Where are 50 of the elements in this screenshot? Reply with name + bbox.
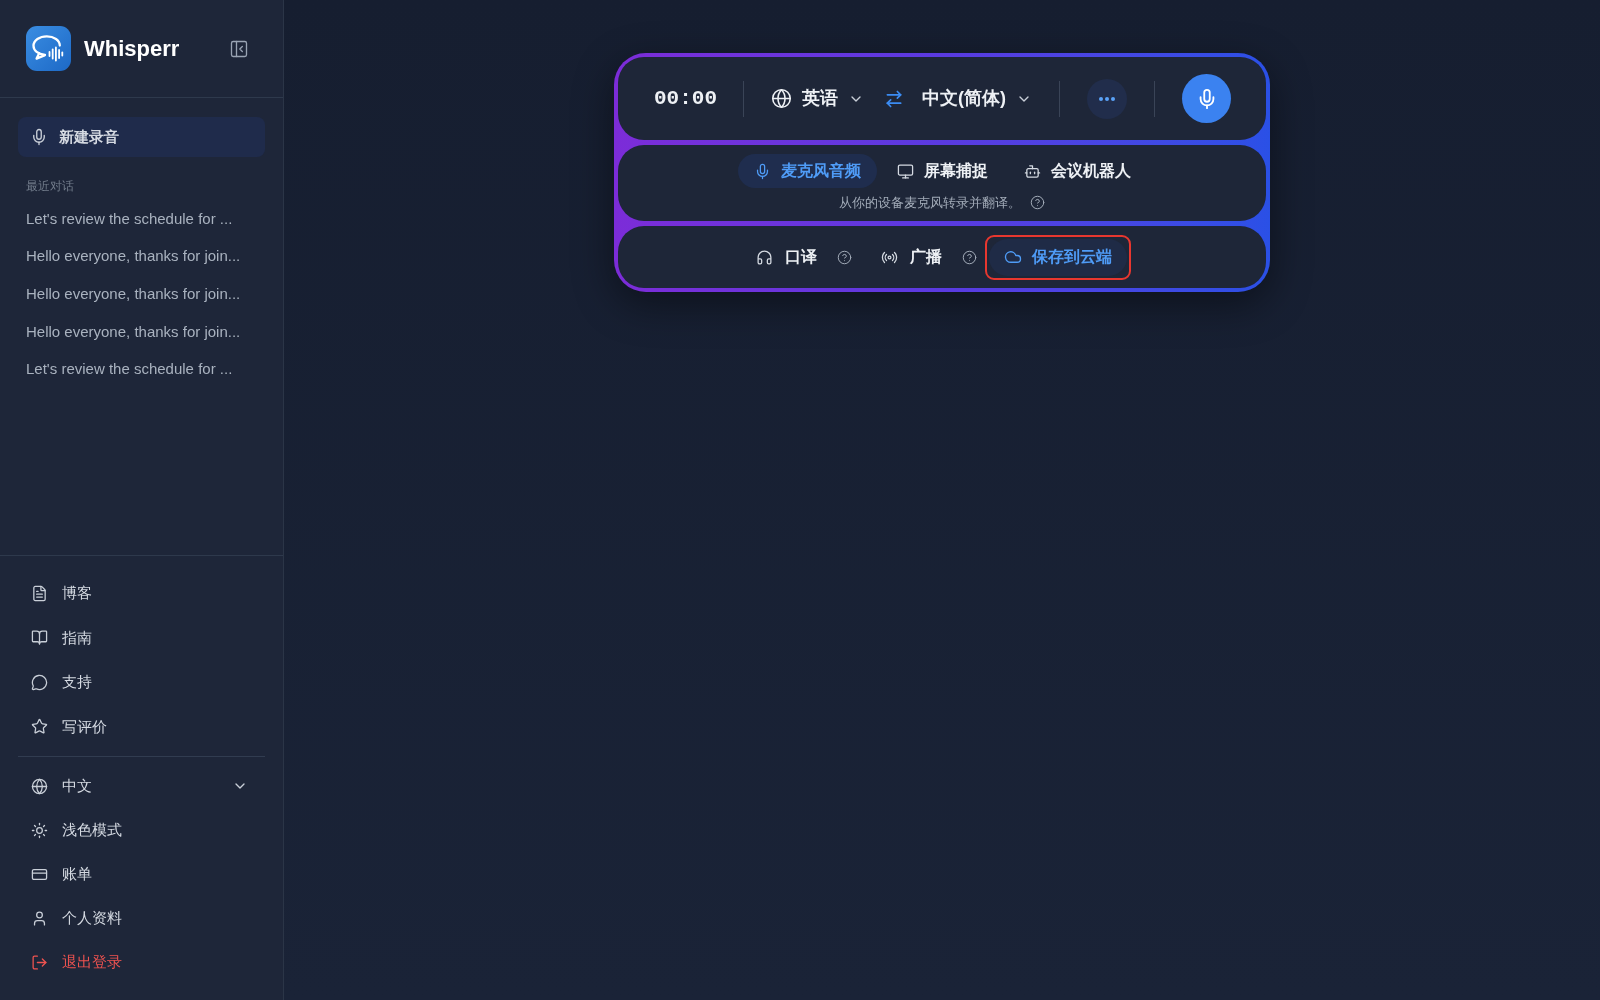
chat-bubble-icon bbox=[31, 673, 48, 691]
nav-link[interactable]: 支持 bbox=[18, 660, 265, 705]
input-source-tab[interactable]: 屏幕捕捉 bbox=[880, 154, 1004, 188]
nav-link[interactable]: 指南 bbox=[18, 615, 265, 660]
menu-link[interactable]: 个人资料 bbox=[18, 896, 265, 940]
language-menu-item[interactable]: 中文 bbox=[18, 764, 265, 808]
save-to-cloud-button[interactable]: 保存到云端 bbox=[988, 238, 1127, 276]
headphones-icon bbox=[755, 248, 773, 266]
cloud-icon bbox=[1003, 248, 1022, 266]
input-source-tab[interactable]: 麦克风音频 bbox=[737, 154, 877, 188]
recent-conversation-item[interactable]: Hello everyone, thanks for join... bbox=[18, 237, 265, 276]
document-icon bbox=[31, 584, 48, 602]
target-language-select[interactable]: 中文(简体) bbox=[922, 85, 1032, 112]
menu-link[interactable]: 账单 bbox=[18, 852, 265, 896]
microphone-icon bbox=[30, 128, 48, 146]
sun-icon bbox=[31, 821, 48, 839]
robot-icon bbox=[1023, 162, 1041, 180]
book-icon bbox=[31, 629, 48, 647]
recent-conversation-item[interactable]: Hello everyone, thanks for join... bbox=[18, 313, 265, 351]
ellipsis-icon bbox=[1099, 96, 1115, 101]
user-icon bbox=[31, 909, 48, 927]
nav-link[interactable]: 博客 bbox=[18, 571, 265, 616]
record-button[interactable] bbox=[1182, 74, 1231, 123]
logo-icon bbox=[26, 26, 71, 71]
monitor-icon bbox=[896, 162, 914, 180]
recent-conversation-item[interactable]: Let's review the schedule for ... bbox=[18, 350, 265, 389]
help-icon[interactable] bbox=[836, 249, 852, 265]
timer: 00:00 bbox=[654, 85, 716, 112]
nav-link[interactable]: 写评价 bbox=[18, 704, 265, 749]
logout-icon bbox=[31, 953, 48, 971]
output-option-button[interactable]: 口译 bbox=[749, 240, 823, 274]
logout-link[interactable]: 退出登录 bbox=[18, 940, 265, 984]
help-icon[interactable] bbox=[1030, 195, 1045, 211]
menu-link[interactable]: 浅色模式 bbox=[18, 808, 265, 852]
brand-name: Whisperr bbox=[84, 35, 180, 63]
source-language-select[interactable]: 英语 bbox=[771, 85, 864, 112]
recent-conversation-item[interactable]: Let's review the schedule for ... bbox=[18, 200, 265, 238]
sidebar-panel-icon[interactable] bbox=[229, 38, 249, 59]
globe-icon bbox=[771, 88, 792, 109]
input-source-tab[interactable]: 会议机器人 bbox=[1007, 154, 1147, 188]
recent-heading: 最近对话 bbox=[25, 178, 75, 195]
output-option-button[interactable]: 广播 bbox=[874, 240, 948, 274]
star-icon bbox=[31, 718, 48, 736]
more-button[interactable] bbox=[1087, 78, 1127, 119]
input-source-description: 从你的设备麦克风转录并翻译。 bbox=[839, 194, 1021, 212]
help-icon[interactable] bbox=[961, 249, 977, 265]
swap-arrows-icon[interactable] bbox=[884, 88, 904, 109]
globe-icon bbox=[31, 777, 48, 795]
new-recording-button[interactable]: 新建录音 bbox=[18, 117, 265, 157]
recent-conversation-item[interactable]: Hello everyone, thanks for join... bbox=[18, 275, 265, 314]
